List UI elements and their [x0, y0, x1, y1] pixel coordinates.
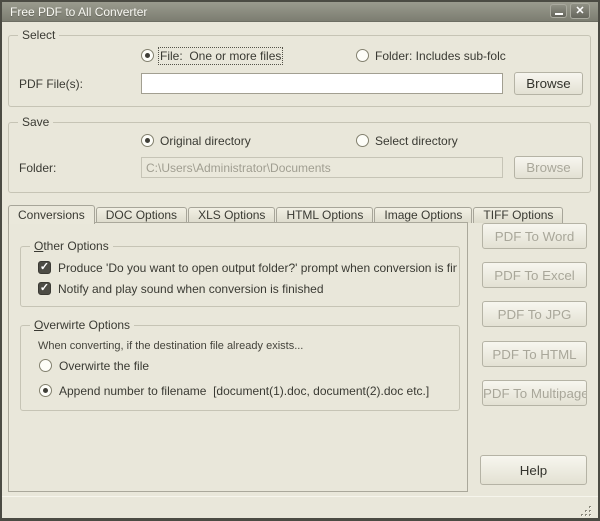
- tab-conversions[interactable]: Conversions: [8, 205, 95, 224]
- tab-tiff-options[interactable]: TIFF Options: [473, 207, 563, 223]
- browse-folder-button[interactable]: Browse: [514, 156, 583, 179]
- overwrite-options-legend: Overwirte Options: [30, 318, 134, 332]
- title-bar: Free PDF to All Converter: [2, 2, 598, 22]
- file-radio[interactable]: [141, 49, 154, 62]
- notify-sound-label[interactable]: Notify and play sound when conversion is…: [58, 282, 324, 296]
- original-directory-label[interactable]: Original directory: [160, 134, 251, 148]
- pdf-to-excel-button[interactable]: PDF To Excel: [482, 262, 587, 288]
- tab-doc-options[interactable]: DOC Options: [96, 207, 187, 223]
- overwrite-options-groupbox: Overwirte Options When converting, if th…: [20, 325, 460, 411]
- pdf-files-input[interactable]: [141, 73, 503, 94]
- select-directory-label[interactable]: Select directory: [375, 134, 458, 148]
- select-group-legend: Select: [18, 28, 59, 42]
- close-button[interactable]: [570, 3, 590, 19]
- file-radio-label[interactable]: File: One or more files: [160, 49, 281, 63]
- append-number-label[interactable]: Append number to filename [document(1).d…: [59, 384, 429, 398]
- folder-radio-label[interactable]: Folder: Includes sub-folc: [375, 49, 506, 63]
- other-options-legend: Other Options: [30, 239, 113, 253]
- notify-sound-checkbox[interactable]: [38, 282, 51, 295]
- overwrite-file-radio[interactable]: [39, 359, 52, 372]
- save-group-legend: Save: [18, 115, 53, 129]
- conversions-tab-panel: Other Options Produce 'Do you want to op…: [8, 222, 468, 492]
- folder-label: Folder:: [19, 161, 56, 175]
- status-bar-divider: [2, 496, 598, 497]
- pdf-to-jpg-button[interactable]: PDF To JPG: [482, 301, 587, 327]
- overwrite-description: When converting, if the destination file…: [38, 339, 303, 353]
- minimize-icon: [555, 13, 563, 15]
- tab-html-options[interactable]: HTML Options: [276, 207, 373, 223]
- open-folder-prompt-label[interactable]: Produce 'Do you want to open output fold…: [58, 261, 457, 275]
- tab-image-options[interactable]: Image Options: [374, 207, 472, 223]
- resize-grip-icon[interactable]: [579, 504, 593, 521]
- close-icon: [571, 4, 589, 18]
- app-window: Free PDF to All Converter Select File: O…: [0, 0, 600, 521]
- select-groupbox: Select File: One or more files Folder: I…: [8, 35, 591, 107]
- window-title: Free PDF to All Converter: [10, 2, 147, 22]
- help-button[interactable]: Help: [480, 455, 587, 485]
- pdf-to-multipage-tiff-button[interactable]: PDF To Multipage TIFF: [482, 380, 587, 406]
- browse-files-button[interactable]: Browse: [514, 72, 583, 95]
- append-number-radio[interactable]: [39, 384, 52, 397]
- save-groupbox: Save Original directory Select directory…: [8, 122, 591, 193]
- pdf-files-label: PDF File(s):: [19, 77, 83, 91]
- folder-radio[interactable]: [356, 49, 369, 62]
- select-directory-radio[interactable]: [356, 134, 369, 147]
- other-options-groupbox: Other Options Produce 'Do you want to op…: [20, 246, 460, 307]
- minimize-button[interactable]: [550, 4, 567, 18]
- pdf-to-html-button[interactable]: PDF To HTML: [482, 341, 587, 367]
- folder-path-input[interactable]: [141, 157, 503, 178]
- open-folder-prompt-checkbox[interactable]: [38, 261, 51, 274]
- tab-xls-options[interactable]: XLS Options: [188, 207, 275, 223]
- pdf-to-word-button[interactable]: PDF To Word: [482, 223, 587, 249]
- overwrite-file-label[interactable]: Overwirte the file: [59, 359, 149, 373]
- original-directory-radio[interactable]: [141, 134, 154, 147]
- tab-strip: Conversions DOC Options XLS Options HTML…: [8, 204, 564, 223]
